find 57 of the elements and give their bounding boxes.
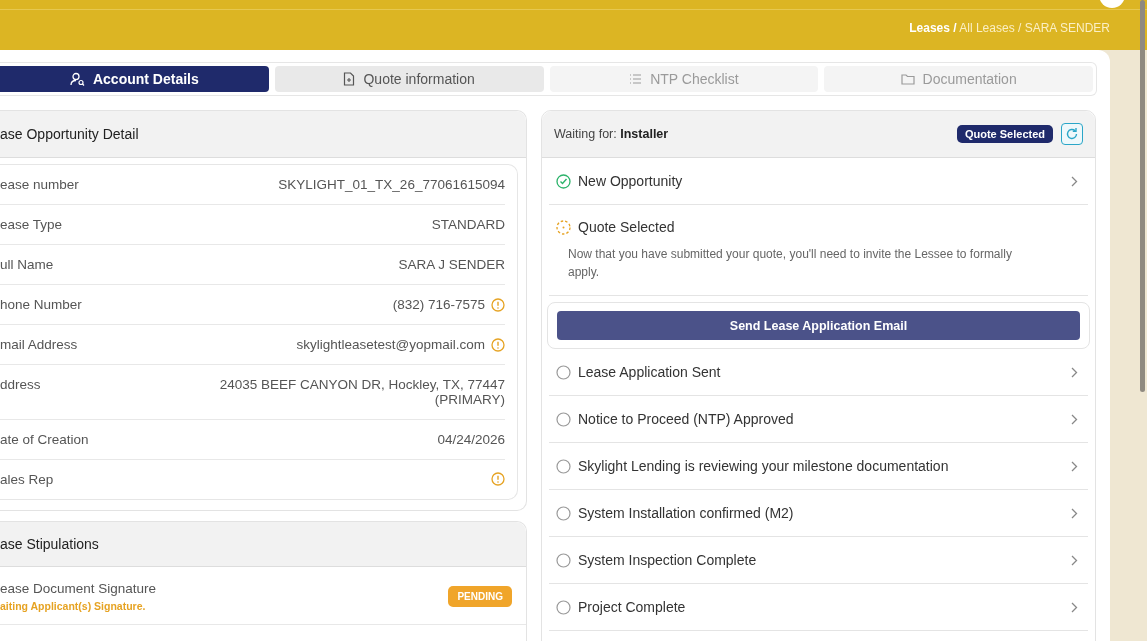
chevron-right-icon [1071,413,1078,425]
refresh-button[interactable] [1061,123,1083,145]
breadcrumb: Leases / All Leases / SARA SENDER [909,21,1110,35]
tab[interactable]: Quote information [274,66,544,92]
empty-circle-icon [556,411,571,427]
field-label: hone Number [0,297,82,312]
milestone-row[interactable]: Notice to Proceed (NTP) Approved [556,396,1088,442]
field-value: skylightleasetest@yopmail.com [296,337,485,352]
chevron-right-icon [1071,366,1078,378]
milestone-row[interactable]: Skylight Lending is reviewing your milestone documentation [556,443,1088,489]
milestone-row[interactable]: Quote Selected [556,205,1088,235]
empty-circle-icon [556,364,571,380]
field-label: ddress [0,377,41,392]
stipulation-note: aiting Applicant(s) Signature. [0,600,147,612]
field-label: ease Type [0,217,63,232]
field-label: ull Name [0,257,54,272]
field-value: (832) 716-7575 [392,297,485,312]
milestone-row[interactable]: System Installation confirmed (M2) [556,490,1088,536]
file-icon [343,72,356,86]
status-badge: PENDING [448,586,512,607]
tab[interactable]: Account Details [0,66,269,92]
status-badge: Quote Selected [956,125,1053,143]
empty-circle-icon [556,505,571,521]
chevron-right-icon [1071,460,1078,472]
field-label: ales Rep [0,472,54,487]
milestone-row[interactable]: System Inspection Complete [556,537,1088,583]
check-circle-icon [556,173,571,189]
stipulation-name: ease Document Signature [0,581,157,596]
field-value: STANDARD [431,217,505,232]
empty-circle-icon [556,458,571,474]
scrollbar[interactable] [1140,0,1145,392]
list-icon [629,73,643,85]
milestone-row[interactable]: Project Complete [556,584,1088,630]
milestone-row[interactable]: Lease Application Sent [556,349,1088,395]
refresh-icon [1065,127,1079,141]
empty-circle-icon [556,599,571,615]
chevron-right-icon [1071,507,1078,519]
panel-title: ase Stipulations [0,536,99,552]
dashed-circle-icon [556,219,571,235]
panel-title: ase Opportunity Detail [0,126,139,142]
chevron-right-icon [1071,601,1078,613]
field-value: SARA J SENDER [398,257,505,272]
milestone-row[interactable]: New Opportunity [556,158,1088,204]
field-label: mail Address [0,337,78,352]
field-label: ease number [0,177,79,192]
field-value: SKYLIGHT_01_TX_26_77061615094 [278,177,505,192]
chevron-right-icon [1071,175,1078,187]
send-email-button[interactable]: Send Lease Application Email [557,311,1080,340]
waiting-for-text: Waiting for: Installer [554,127,669,141]
chevron-right-icon [1071,554,1078,566]
user-search-icon [69,72,85,86]
field-label: ate of Creation [0,432,89,447]
folder-icon [900,73,915,85]
milestone-description: Now that you have submitted your quote, you'll need to invite the Lessee to formally apply. [568,246,1013,281]
field-value: 24035 BEEF CANYON DR, Hockley, TX, 77447 (PRIMARY) [218,377,505,407]
field-value: 04/24/2026 [437,432,505,447]
empty-circle-icon [556,552,571,568]
